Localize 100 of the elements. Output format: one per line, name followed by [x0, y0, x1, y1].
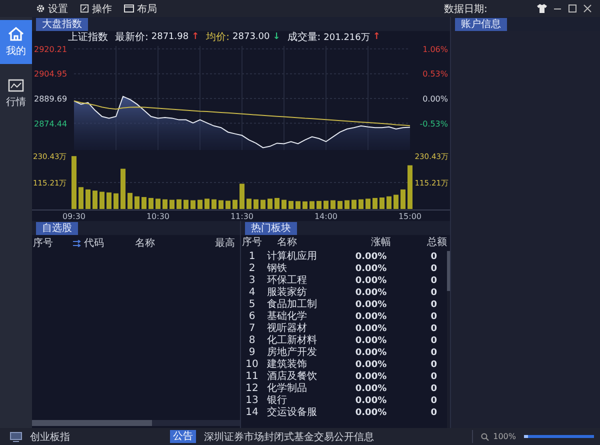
close-icon[interactable]: [583, 4, 592, 13]
table-cell-text: 房地产开发: [266, 347, 318, 358]
table-cell-text: 交运设备服: [266, 407, 318, 419]
volume-bar: [162, 199, 168, 209]
shirt-icon[interactable]: [537, 4, 547, 13]
menu-item[interactable]: 操作: [78, 1, 114, 16]
axis-label: 2904.95: [34, 70, 68, 79]
volume-bar: [176, 199, 182, 209]
table-cell-text: 0: [430, 323, 437, 335]
table-cell-text: 0.00%: [354, 383, 388, 395]
edit-icon: [80, 4, 89, 13]
axis-label: 11:30: [230, 212, 254, 221]
table-cell-text: 14: [244, 407, 260, 419]
table-cell-text: 0.00%: [354, 347, 388, 359]
index-name: 创业板指: [30, 430, 70, 444]
table-cell-text: 0: [430, 311, 437, 323]
data-date-label: 数据日期:: [444, 2, 488, 16]
maximize-icon[interactable]: [568, 4, 577, 13]
table-cell-text: 0: [430, 347, 437, 359]
axis-label: 2920.21: [34, 44, 68, 54]
volume-bar: [218, 200, 224, 209]
column-header[interactable]: 总额: [413, 237, 447, 249]
volume-bar: [394, 194, 398, 209]
volume-bar: [408, 165, 412, 209]
volume-bar: [260, 200, 266, 209]
menu-item[interactable]: 设置: [34, 1, 70, 16]
volume-bar: [246, 198, 252, 209]
table-cell-text: 基础化学: [266, 311, 308, 322]
volume-bar: [330, 200, 336, 209]
volume-bar: [380, 198, 384, 209]
info-label: 成交量:: [287, 30, 321, 44]
column-header[interactable]: 序号: [241, 237, 263, 249]
volume-bar: [212, 199, 216, 209]
table-cell-text: 建筑装饰: [266, 359, 308, 370]
column-header[interactable]: 最高: [215, 236, 235, 250]
column-header[interactable]: 代码: [84, 236, 104, 250]
volume-bar: [316, 200, 322, 209]
tab[interactable]: 热门板块: [245, 222, 297, 235]
table-cell-text: 0: [430, 383, 437, 395]
sort-icon[interactable]: [73, 240, 81, 246]
zoom-value: 100%: [493, 432, 516, 441]
volume-bar: [120, 168, 126, 209]
info-label: 均价:: [206, 31, 230, 44]
table-cell-text: 酒店及餐饮: [266, 371, 318, 382]
sidebar-item[interactable]: 我的: [0, 20, 32, 64]
table-cell-text: 钢铁: [266, 263, 288, 275]
info-label: 最新价:: [115, 30, 148, 44]
volume-bar: [254, 199, 258, 209]
column-header[interactable]: 序号: [33, 236, 53, 250]
sidebar-item[interactable]: 行情: [0, 72, 32, 116]
volume-bar: [386, 196, 392, 209]
search-icon[interactable]: [481, 432, 490, 440]
table-cell-text: 3: [248, 275, 256, 287]
window-icon: [124, 4, 134, 13]
table-cell-text: 食品加工制: [266, 299, 318, 310]
volume-bar: [142, 197, 146, 209]
table-cell-text: 13: [244, 395, 260, 407]
scrollbar-thumb[interactable]: [32, 420, 152, 426]
monitor-icon[interactable]: [10, 432, 22, 442]
gear-icon: [36, 4, 45, 13]
table-cell-text: 1: [248, 251, 256, 263]
table-cell-text: 10: [244, 359, 260, 371]
trend-arrow: ↓: [272, 32, 280, 42]
axis-label: 0.00%: [422, 94, 448, 104]
trend-arrow: ↑: [192, 32, 200, 42]
volume-bar: [204, 198, 210, 209]
table-cell-text: 0.00%: [354, 251, 388, 263]
table-cell-text: 0: [430, 335, 437, 347]
volume-bar: [134, 196, 140, 209]
scrollbar-thumb[interactable]: [447, 251, 450, 291]
volume-bar: [128, 192, 132, 209]
table-cell-text: 0.00%: [354, 323, 388, 335]
volume-bar: [114, 193, 118, 209]
table-cell-text: 0: [430, 395, 437, 407]
menu-item[interactable]: 布局: [122, 1, 159, 16]
info-label: 上证指数: [68, 30, 108, 44]
tab[interactable]: 账户信息: [455, 18, 507, 31]
volume-bar: [352, 200, 356, 209]
table-cell-text: 8: [248, 335, 256, 347]
tab[interactable]: 自选股: [36, 222, 78, 235]
axis-label: 1.06%: [422, 44, 448, 54]
table-cell-text: 0.00%: [354, 299, 388, 311]
column-header[interactable]: 名称: [263, 237, 349, 249]
column-header[interactable]: 涨幅: [349, 237, 413, 249]
tab[interactable]: 大盘指数: [36, 18, 88, 31]
volume-bar: [190, 200, 196, 209]
axis-label: 09:30: [62, 212, 86, 221]
zoom-slider[interactable]: [524, 435, 594, 438]
volume-bar: [106, 192, 112, 209]
table-cell-text: 服装家纺: [266, 287, 308, 298]
axis-label: 0.53%: [422, 70, 448, 79]
axis-label: 14:00: [314, 212, 338, 221]
volume-bar: [100, 192, 104, 209]
notice-text[interactable]: 深圳证券市场封闭式基金交易公开信息: [204, 430, 374, 444]
table-cell-text: 银行: [266, 395, 288, 406]
axis-label: -0.53%: [420, 119, 448, 128]
column-header[interactable]: 名称: [135, 236, 155, 250]
table-cell-text: 6: [248, 311, 256, 323]
volume-bar: [310, 201, 314, 209]
volume-bar: [148, 198, 154, 209]
